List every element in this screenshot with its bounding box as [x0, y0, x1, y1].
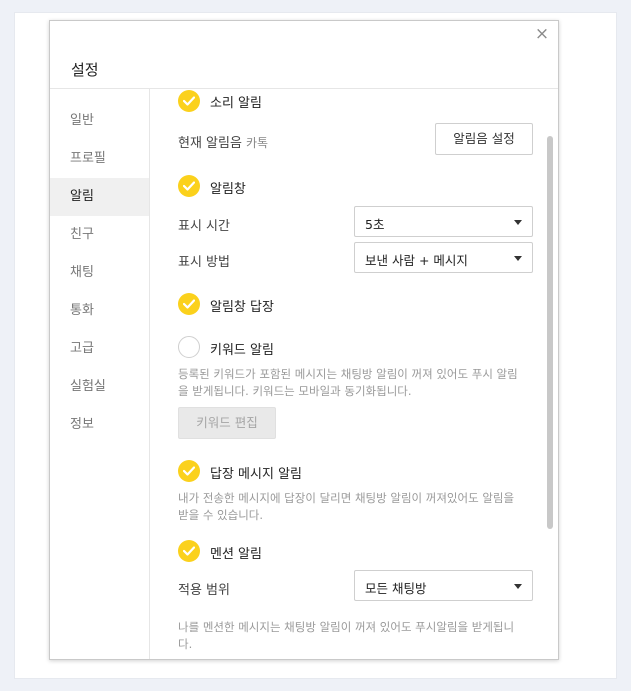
current-sound-value: 카톡: [245, 136, 269, 150]
current-sound-row: 현재 알림음 카톡: [178, 132, 268, 151]
reply-message-alert-label: 답장 메시지 알림: [210, 467, 302, 482]
alert-window-checkbox[interactable]: [178, 175, 200, 197]
sidebar-item-advanced[interactable]: 고급: [50, 330, 149, 368]
sidebar-item-friends[interactable]: 친구: [50, 216, 149, 254]
sound-alert-checkbox[interactable]: [178, 90, 200, 112]
mention-alert-description: 나를 멘션한 메시지는 채팅방 알림이 꺼져 있어도 푸시알림을 받게됩니다.: [178, 620, 515, 651]
mention-scope-select[interactable]: 모든 채팅방: [354, 570, 533, 601]
check-icon: [183, 181, 195, 191]
sound-alert-label: 소리 알림: [210, 96, 262, 111]
sidebar-item-lab[interactable]: 실험실: [50, 368, 149, 406]
reply-message-alert-checkbox[interactable]: [178, 460, 200, 482]
settings-sidebar: 일반 프로필 알림 친구 채팅 통화 고급 실험실 정보: [50, 89, 150, 659]
display-method-value: 보낸 사람 + 메시지: [365, 253, 468, 268]
check-icon: [183, 96, 195, 106]
mention-scope-label: 적용 범위: [178, 583, 230, 598]
mention-scope-value: 모든 채팅방: [365, 581, 427, 596]
sound-settings-button[interactable]: 알림음 설정: [435, 123, 533, 155]
alert-window-label: 알림창: [210, 182, 246, 197]
display-method-label: 표시 방법: [178, 255, 230, 270]
settings-dialog: × 설정 일반 프로필 알림 친구 채팅 통화 고급 실험실 정보 소리 알림 …: [49, 20, 559, 660]
sidebar-item-notifications[interactable]: 알림: [50, 178, 149, 216]
dialog-title: 설정: [71, 61, 99, 79]
close-icon[interactable]: ×: [534, 25, 550, 43]
sidebar-item-profile[interactable]: 프로필: [50, 140, 149, 178]
keyword-alert-description: 등록된 키워드가 포함된 메시지는 채팅방 알림이 꺼져 있어도 푸시 알림을 …: [178, 367, 518, 398]
content-scrollbar[interactable]: [547, 136, 553, 529]
check-icon: [183, 546, 195, 556]
mention-alert-label: 멘션 알림: [210, 547, 262, 562]
keyword-edit-button[interactable]: 키워드 편집: [178, 407, 276, 439]
sidebar-item-chat[interactable]: 채팅: [50, 254, 149, 292]
sidebar-item-call[interactable]: 통화: [50, 292, 149, 330]
settings-content: 소리 알림 현재 알림음 카톡 알림음 설정 알림창 표시 시간 5초 표시 방법…: [151, 89, 558, 659]
alert-reply-label: 알림창 답장: [210, 300, 274, 315]
chevron-down-icon: [514, 584, 522, 589]
check-icon: [183, 299, 195, 309]
chevron-down-icon: [514, 256, 522, 261]
display-time-select[interactable]: 5초: [354, 206, 533, 237]
current-sound-label: 현재 알림음: [178, 136, 242, 151]
mention-alert-checkbox[interactable]: [178, 540, 200, 562]
display-method-select[interactable]: 보낸 사람 + 메시지: [354, 242, 533, 273]
alert-reply-checkbox[interactable]: [178, 293, 200, 315]
reply-message-alert-description: 내가 전송한 메시지에 답장이 달리면 채팅방 알림이 꺼져있어도 알림을 받을…: [178, 491, 515, 522]
keyword-alert-label: 키워드 알림: [210, 343, 274, 358]
check-icon: [183, 466, 195, 476]
chevron-down-icon: [514, 220, 522, 225]
display-time-label: 표시 시간: [178, 219, 230, 234]
sidebar-item-general[interactable]: 일반: [50, 102, 149, 140]
keyword-alert-checkbox[interactable]: [178, 336, 200, 358]
sidebar-item-info[interactable]: 정보: [50, 406, 149, 444]
display-time-value: 5초: [365, 217, 385, 232]
